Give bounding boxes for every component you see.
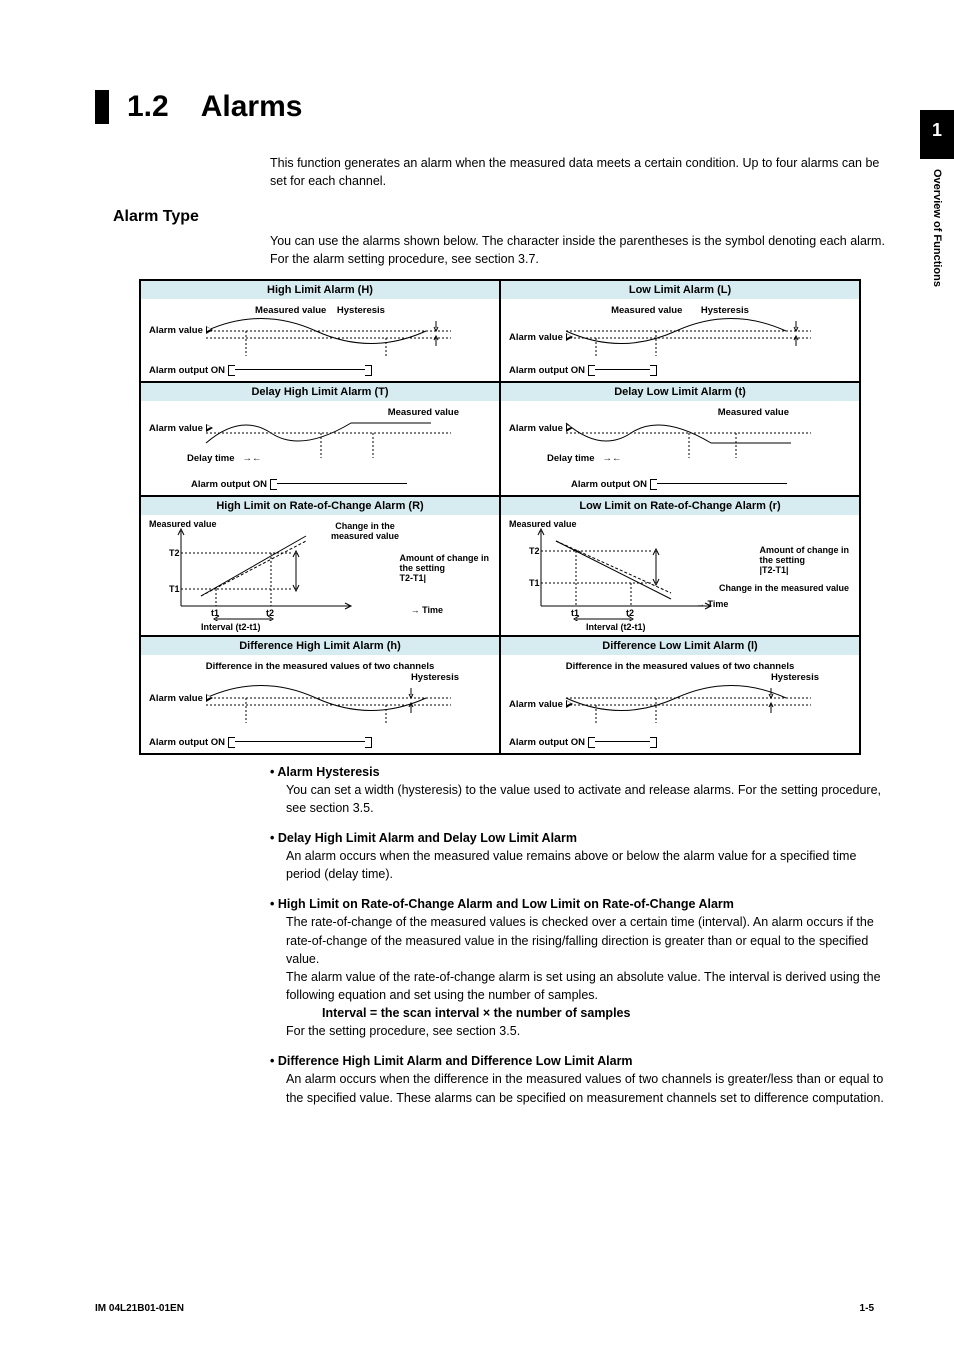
formula: Interval = the scan interval × the numbe… <box>322 1004 894 1022</box>
dia-delay-low: Measured value Alarm value Delay time →←… <box>501 401 859 495</box>
dia-header: Difference Low Limit Alarm (l) <box>501 637 859 655</box>
svg-text:t2: t2 <box>266 608 274 618</box>
svg-text:T1: T1 <box>169 584 180 594</box>
dia-header: Delay High Limit Alarm (T) <box>141 383 499 401</box>
bullet-body: You can set a width (hysteresis) to the … <box>286 781 894 817</box>
intro-text: This function generates an alarm when th… <box>270 154 894 190</box>
bullet-body: An alarm occurs when the measured value … <box>286 847 894 883</box>
chapter-tab: 1 Overview of Functions <box>920 110 954 287</box>
dia-low-limit: Measured value Hysteresis Alarm val <box>501 299 859 381</box>
dia-header: Low Limit on Rate-of-Change Alarm (r) <box>501 497 859 515</box>
bullet-title: Difference High Limit Alarm and Differen… <box>270 1052 894 1070</box>
dia-header: Low Limit Alarm (L) <box>501 281 859 299</box>
dia-delay-high: Measured value Alarm value Delay time →←… <box>141 401 499 495</box>
dia-roc-high: Measured value Change in themeasured val… <box>141 515 499 635</box>
bullet-title: Delay High Limit Alarm and Delay Low Lim… <box>270 829 894 847</box>
chapter-number: 1 <box>920 110 954 159</box>
svg-text:T2: T2 <box>169 548 180 558</box>
dia-diff-high: Difference in the measured values of two… <box>141 655 499 753</box>
svg-text:T2: T2 <box>529 546 540 556</box>
dia-header: High Limit Alarm (H) <box>141 281 499 299</box>
alarm-diagram-table: High Limit Alarm (H) Measured value Hyst… <box>139 279 861 755</box>
section-number: 1.2 <box>127 90 169 124</box>
dia-diff-low: Difference in the measured values of two… <box>501 655 859 753</box>
doc-number: IM 04L21B01-01EN <box>95 1303 184 1314</box>
heading-bar <box>95 90 109 124</box>
dia-header: High Limit on Rate-of-Change Alarm (R) <box>141 497 499 515</box>
page-footer: IM 04L21B01-01EN 1-5 <box>95 1303 874 1314</box>
svg-text:T1: T1 <box>529 578 540 588</box>
bullet-title: Alarm Hysteresis <box>270 763 894 781</box>
bullet-body: The alarm value of the rate-of-change al… <box>286 968 894 1004</box>
chapter-title: Overview of Functions <box>931 169 943 287</box>
alarm-type-body: You can use the alarms shown below. The … <box>270 232 894 268</box>
dia-header: Difference High Limit Alarm (h) <box>141 637 499 655</box>
section-title: Alarms <box>201 90 303 124</box>
svg-text:t2: t2 <box>626 608 634 618</box>
bullet-body: The rate-of-change of the measured value… <box>286 913 894 967</box>
dia-high-limit: Measured value Hysteresis Alarm value <box>141 299 499 381</box>
dia-roc-low: Measured value Amount of change in the s… <box>501 515 859 635</box>
dia-header: Delay Low Limit Alarm (t) <box>501 383 859 401</box>
bullet-body: For the setting procedure, see section 3… <box>286 1022 894 1040</box>
bullet-list: Alarm Hysteresis You can set a width (hy… <box>270 763 894 1107</box>
alarm-type-heading: Alarm Type <box>113 208 894 226</box>
page-number: 1-5 <box>860 1303 874 1314</box>
bullet-body: An alarm occurs when the difference in t… <box>286 1070 894 1106</box>
section-heading: 1.2 Alarms <box>95 90 894 124</box>
bullet-title: High Limit on Rate-of-Change Alarm and L… <box>270 895 894 913</box>
